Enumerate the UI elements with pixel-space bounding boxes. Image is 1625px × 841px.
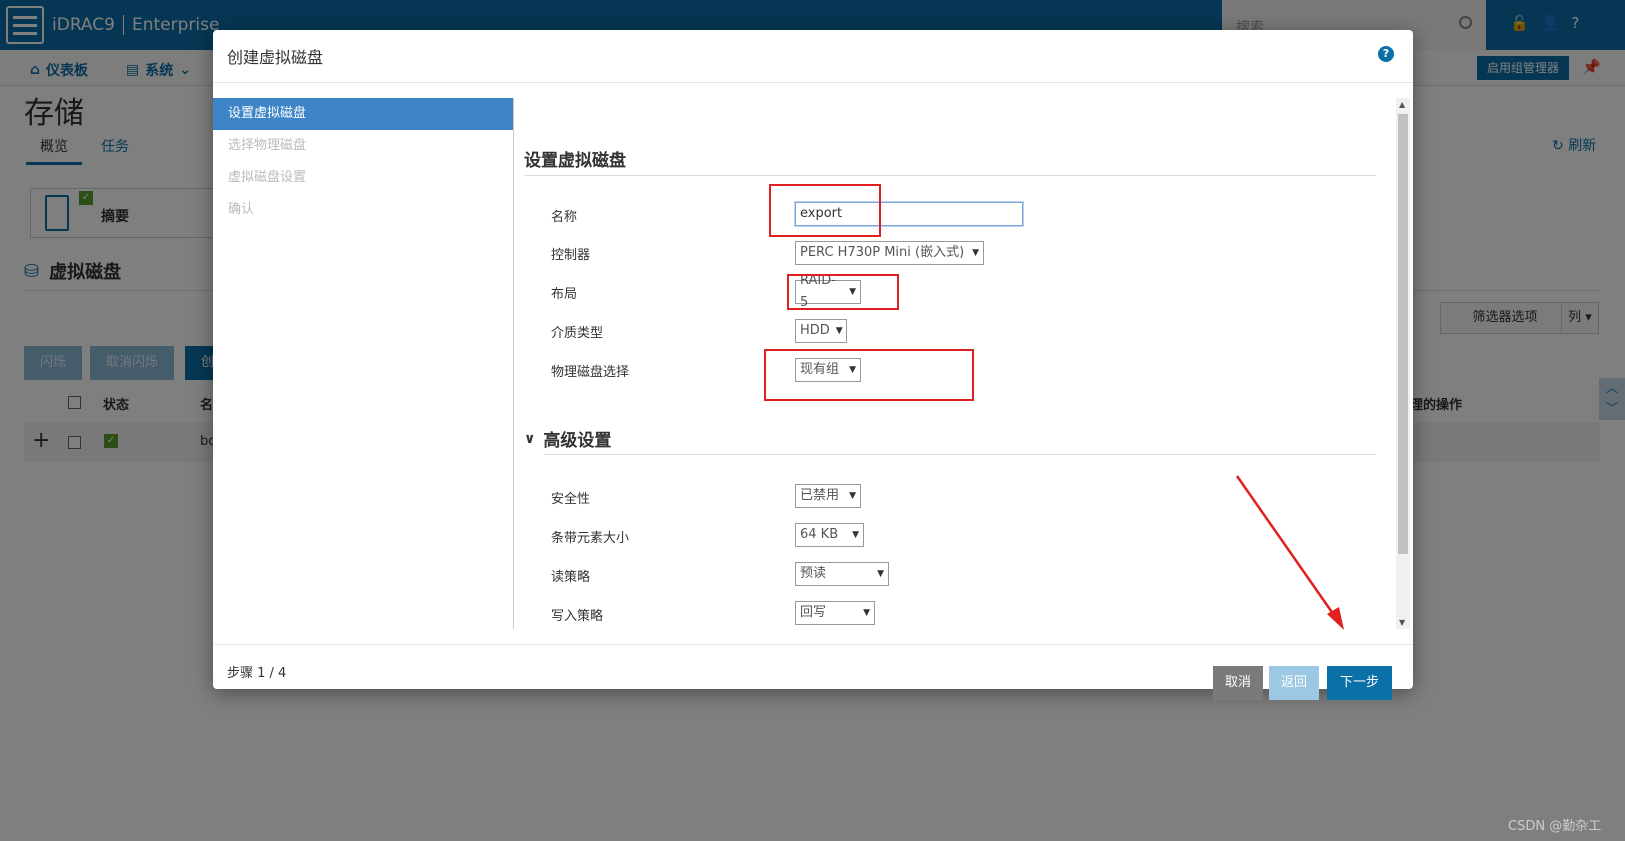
- annotation-arrow-icon: [1235, 475, 1344, 630]
